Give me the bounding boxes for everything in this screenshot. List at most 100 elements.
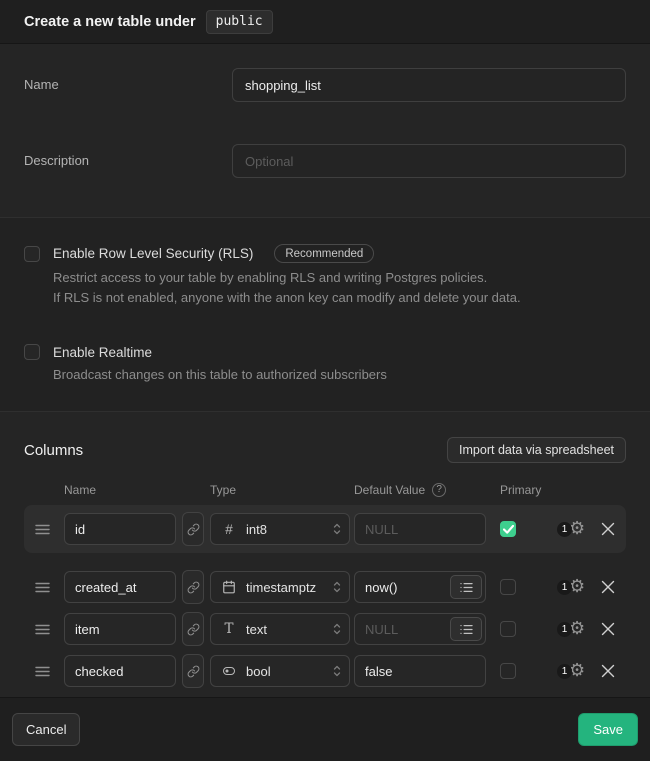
hash-icon: # bbox=[220, 522, 238, 537]
primary-checkbox[interactable] bbox=[500, 621, 516, 637]
check-icon bbox=[503, 525, 514, 534]
letter-t-icon: T bbox=[220, 621, 238, 637]
table-name-input[interactable] bbox=[232, 68, 626, 102]
foreign-key-button[interactable] bbox=[182, 570, 204, 604]
rls-toggle-block: Enable Row Level Security (RLS) Recommen… bbox=[24, 244, 626, 308]
remove-column-button[interactable] bbox=[601, 580, 615, 594]
foreign-key-button[interactable] bbox=[182, 654, 204, 688]
columns-title: Columns bbox=[24, 442, 83, 459]
column-type-select[interactable]: T text bbox=[210, 613, 350, 645]
chevron-updown-icon bbox=[331, 580, 343, 594]
default-value-field bbox=[354, 571, 486, 603]
realtime-toggle-block: Enable Realtime Broadcast changes on thi… bbox=[24, 344, 626, 385]
recommended-badge: Recommended bbox=[274, 244, 374, 263]
rls-description: Restrict access to your table by enablin… bbox=[53, 268, 626, 308]
link-icon bbox=[187, 581, 200, 594]
realtime-checkbox[interactable] bbox=[24, 344, 40, 360]
drag-handle-icon[interactable] bbox=[35, 623, 51, 636]
primary-checkbox[interactable] bbox=[500, 579, 516, 595]
column-row: timestamptz 1 ⚙ bbox=[24, 566, 626, 608]
panel-footer: Cancel Save bbox=[0, 697, 650, 761]
column-row: bool 1 ⚙ bbox=[24, 650, 626, 692]
settings-count-badge: 1 bbox=[557, 664, 572, 679]
column-row: # int8 1 ⚙ bbox=[24, 505, 626, 553]
rls-label: Enable Row Level Security (RLS) bbox=[53, 246, 253, 261]
column-rows-list: # int8 1 ⚙ bbox=[24, 505, 626, 692]
columns-header-row: Name Type Default Value ? Primary bbox=[24, 482, 626, 498]
default-value-field bbox=[354, 613, 486, 645]
import-spreadsheet-button[interactable]: Import data via spreadsheet bbox=[447, 437, 626, 463]
drag-handle-icon[interactable] bbox=[35, 523, 51, 536]
save-button[interactable]: Save bbox=[578, 713, 638, 746]
close-icon bbox=[601, 580, 615, 594]
settings-count-badge: 1 bbox=[557, 580, 572, 595]
realtime-label: Enable Realtime bbox=[53, 345, 152, 360]
panel-title-text: Create a new table under bbox=[24, 14, 196, 30]
name-label: Name bbox=[24, 68, 232, 92]
basic-info-section: Name Description bbox=[0, 44, 650, 217]
link-icon bbox=[187, 623, 200, 636]
header-default-value: Default Value bbox=[354, 483, 425, 497]
link-icon bbox=[187, 523, 200, 536]
default-value-field bbox=[354, 513, 486, 545]
create-table-panel: Create a new table under public Name Des… bbox=[0, 0, 650, 761]
rls-description-line1: Restrict access to your table by enablin… bbox=[53, 268, 626, 288]
default-value-field bbox=[354, 655, 486, 687]
column-settings: 1 ⚙ bbox=[557, 520, 593, 538]
remove-column-button[interactable] bbox=[601, 664, 615, 678]
description-field-row: Description bbox=[24, 144, 626, 178]
table-description-input[interactable] bbox=[232, 144, 626, 178]
schema-badge: public bbox=[206, 10, 273, 34]
column-row: T text 1 ⚙ bbox=[24, 608, 626, 650]
primary-checkbox[interactable] bbox=[500, 521, 516, 537]
realtime-description: Broadcast changes on this table to autho… bbox=[53, 365, 626, 385]
drag-handle-icon[interactable] bbox=[35, 665, 51, 678]
primary-checkbox[interactable] bbox=[500, 663, 516, 679]
name-field-row: Name bbox=[24, 68, 626, 102]
column-settings: 1 ⚙ bbox=[557, 662, 593, 680]
column-name-input[interactable] bbox=[64, 513, 176, 545]
chevron-updown-icon bbox=[331, 622, 343, 636]
list-icon bbox=[460, 624, 473, 635]
header-name: Name bbox=[64, 483, 210, 497]
close-icon bbox=[601, 522, 615, 536]
header-primary: Primary bbox=[500, 483, 541, 497]
panel-title: Create a new table under public bbox=[24, 10, 273, 34]
cancel-button[interactable]: Cancel bbox=[12, 713, 80, 746]
header-type: Type bbox=[210, 483, 354, 497]
chevron-updown-icon bbox=[331, 664, 343, 678]
rls-description-line2: If RLS is not enabled, anyone with the a… bbox=[53, 288, 626, 308]
column-type-select[interactable]: # int8 bbox=[210, 513, 350, 545]
settings-count-badge: 1 bbox=[557, 522, 572, 537]
column-type-label: bool bbox=[246, 664, 331, 679]
foreign-key-button[interactable] bbox=[182, 512, 204, 546]
column-settings: 1 ⚙ bbox=[557, 620, 593, 638]
rls-checkbox[interactable] bbox=[24, 246, 40, 262]
panel-header: Create a new table under public bbox=[0, 0, 650, 44]
close-icon bbox=[601, 664, 615, 678]
default-value-menu-button[interactable] bbox=[450, 617, 482, 641]
column-settings: 1 ⚙ bbox=[557, 578, 593, 596]
calendar-icon bbox=[220, 580, 238, 594]
foreign-key-button[interactable] bbox=[182, 612, 204, 646]
list-icon bbox=[460, 582, 473, 593]
description-label: Description bbox=[24, 144, 232, 168]
default-value-input[interactable] bbox=[354, 655, 486, 687]
toggle-icon bbox=[220, 665, 238, 677]
column-type-select[interactable]: bool bbox=[210, 655, 350, 687]
help-icon[interactable]: ? bbox=[432, 483, 446, 497]
chevron-updown-icon bbox=[331, 522, 343, 536]
settings-count-badge: 1 bbox=[557, 622, 572, 637]
column-type-select[interactable]: timestamptz bbox=[210, 571, 350, 603]
column-name-input[interactable] bbox=[64, 655, 176, 687]
remove-column-button[interactable] bbox=[601, 522, 615, 536]
columns-section: Columns Import data via spreadsheet Name… bbox=[0, 411, 650, 697]
remove-column-button[interactable] bbox=[601, 622, 615, 636]
default-value-input[interactable] bbox=[354, 513, 486, 545]
drag-handle-icon[interactable] bbox=[35, 581, 51, 594]
column-type-label: int8 bbox=[246, 522, 331, 537]
link-icon bbox=[187, 665, 200, 678]
column-name-input[interactable] bbox=[64, 571, 176, 603]
default-value-menu-button[interactable] bbox=[450, 575, 482, 599]
column-name-input[interactable] bbox=[64, 613, 176, 645]
